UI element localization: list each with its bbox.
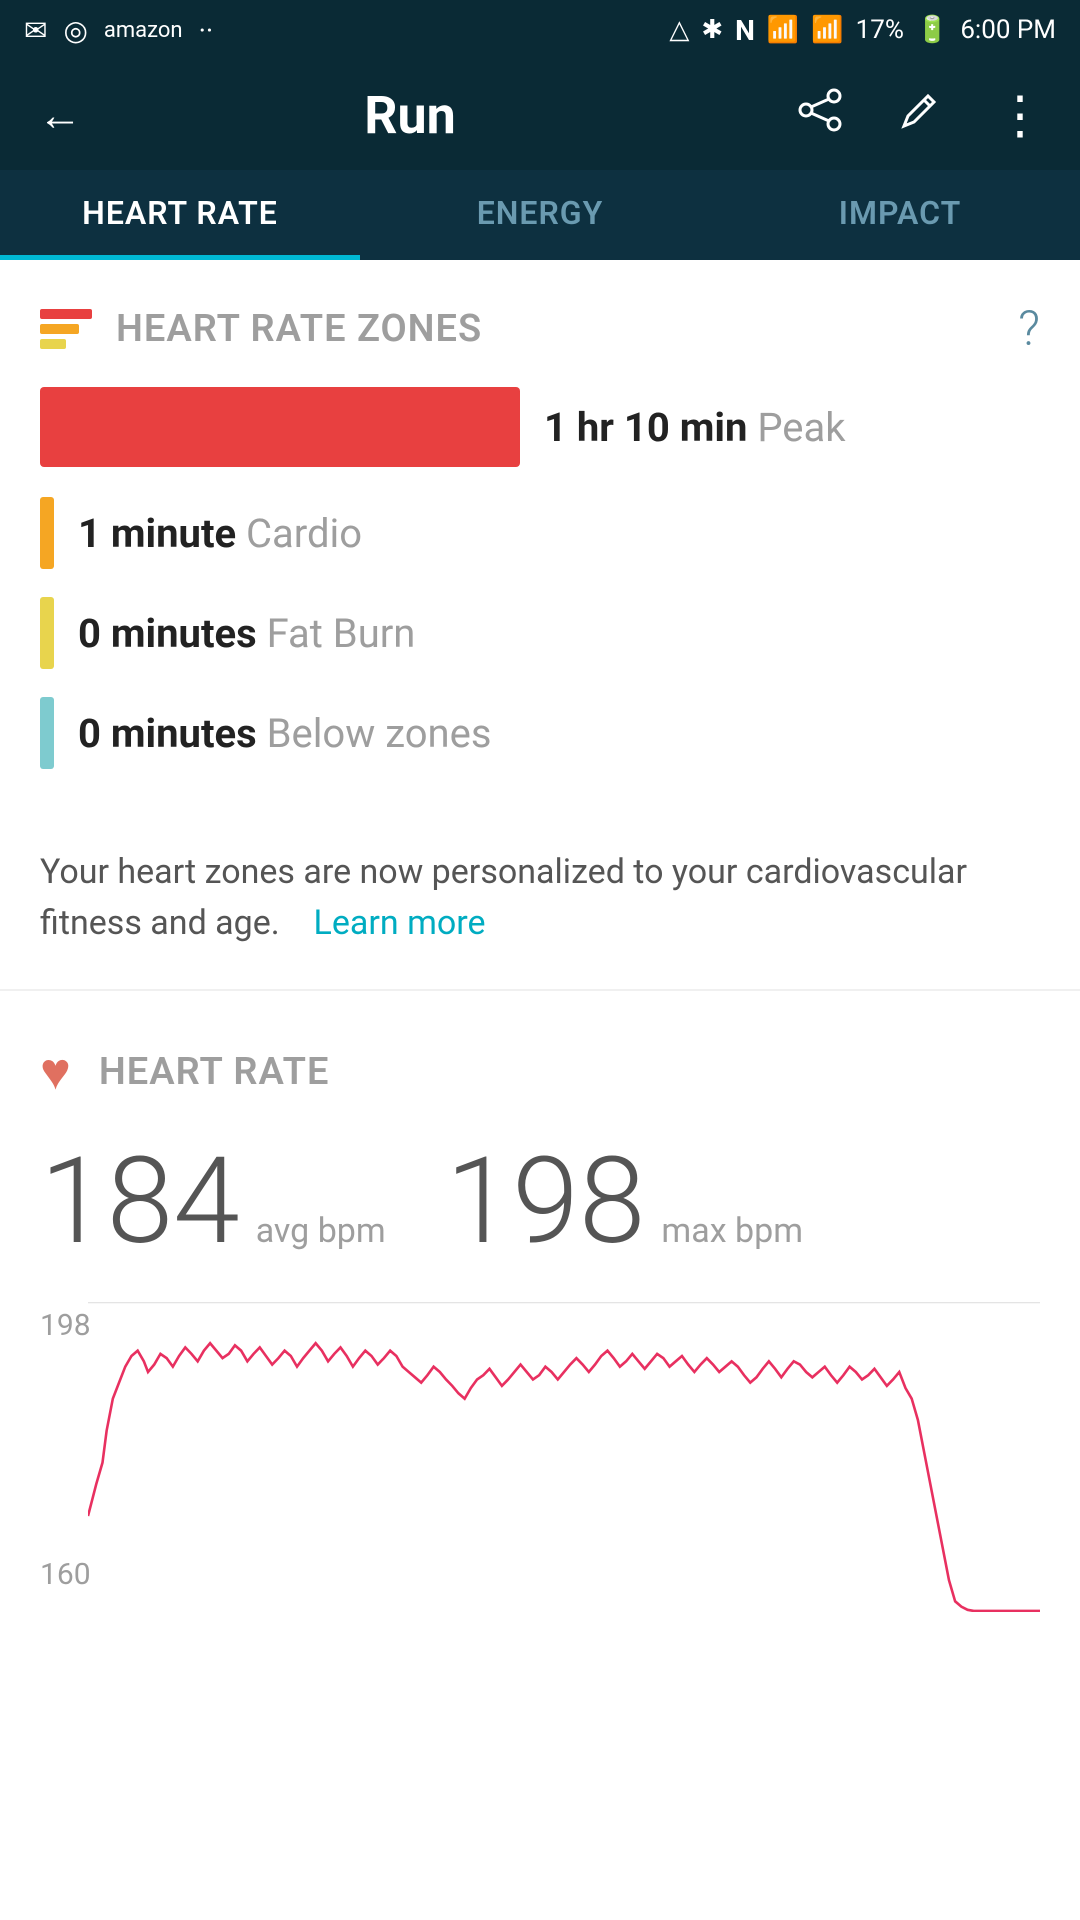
hr-section-title: HEART RATE: [99, 1050, 330, 1094]
max-bpm-value: 198: [446, 1142, 646, 1262]
tab-bar: HEART RATE ENERGY IMPACT: [0, 170, 1080, 260]
cardio-zone-row: 1 minute Cardio: [40, 497, 1040, 569]
amazon-icon: amazon: [104, 18, 183, 43]
heart-rate-svg: [88, 1292, 1040, 1612]
heart-rate-chart: 198 160: [0, 1292, 1080, 1612]
avg-bpm-value: 184: [40, 1142, 240, 1262]
bluetooth-icon: ✱: [701, 15, 723, 45]
chart-svg-wrapper: [88, 1292, 1040, 1612]
zones-title: HEART RATE ZONES: [116, 307, 994, 351]
top-nav: ← Run ⋮: [0, 60, 1080, 170]
fatburn-zone-row: 0 minutes Fat Burn: [40, 597, 1040, 669]
dots-icon: ··: [199, 14, 214, 47]
avg-bpm-group: 184 avg bpm: [40, 1142, 386, 1262]
chart-y-top-label: 198: [40, 1308, 91, 1343]
chart-y-bottom-label: 160: [40, 1557, 91, 1592]
heart-icon: ♥: [40, 1041, 71, 1102]
peak-bar: [40, 387, 520, 467]
tab-impact[interactable]: IMPACT: [720, 170, 1080, 260]
fatburn-stripe: [40, 597, 54, 669]
battery-percent: 17%: [856, 15, 904, 45]
zones-section-header: HEART RATE ZONES ?: [0, 260, 1080, 377]
cardio-label: 1 minute Cardio: [78, 510, 362, 557]
peak-zone-row: 1 hr 10 min Peak: [40, 387, 1040, 467]
nav-actions: ⋮: [790, 85, 1050, 146]
battery-icon: 🔋: [916, 15, 948, 45]
n-icon: N: [735, 14, 755, 47]
clock-icon: ◎: [63, 14, 87, 47]
signal-icon: 📶: [811, 15, 843, 45]
below-stripe: [40, 697, 54, 769]
help-icon[interactable]: ?: [1018, 300, 1040, 357]
more-button[interactable]: ⋮: [990, 85, 1050, 146]
status-right: △ ✱ N 📶 📶 17% 🔋 6:00 PM: [669, 14, 1056, 47]
edit-button[interactable]: [890, 88, 950, 143]
cardio-stripe: [40, 497, 54, 569]
max-bpm-label: max bpm: [661, 1211, 803, 1251]
status-bar: ✉ ◎ amazon ·· △ ✱ N 📶 📶 17% 🔋 6:00 PM: [0, 0, 1080, 60]
page-title: Run: [120, 85, 700, 146]
section-divider: [0, 989, 1080, 991]
hr-section-header: ♥ HEART RATE: [0, 1001, 1080, 1122]
tab-heart-rate[interactable]: HEART RATE: [0, 170, 360, 260]
info-text-block: Your heart zones are now personalized to…: [0, 827, 1080, 989]
network-triangle-icon: △: [669, 15, 689, 45]
below-zone-row: 0 minutes Below zones: [40, 697, 1040, 769]
content-area: HEART RATE ZONES ? 1 hr 10 min Peak 1 mi…: [0, 260, 1080, 1612]
status-left: ✉ ◎ amazon ··: [24, 14, 213, 47]
time-display: 6:00 PM: [960, 15, 1056, 45]
back-button[interactable]: ←: [30, 89, 90, 141]
tab-energy[interactable]: ENERGY: [360, 170, 720, 260]
peak-label: 1 hr 10 min Peak: [544, 404, 846, 451]
below-label: 0 minutes Below zones: [78, 710, 492, 757]
avg-bpm-label: avg bpm: [256, 1211, 386, 1251]
max-bpm-group: 198 max bpm: [446, 1142, 803, 1262]
message-icon: ✉: [24, 14, 47, 47]
bpm-stats: 184 avg bpm 198 max bpm: [0, 1122, 1080, 1292]
wifi-icon: 📶: [767, 15, 799, 45]
zones-icon: [40, 307, 92, 351]
zones-container: 1 hr 10 min Peak 1 minute Cardio 0 minut…: [0, 377, 1080, 827]
fatburn-label: 0 minutes Fat Burn: [78, 610, 415, 657]
share-button[interactable]: [790, 88, 850, 143]
learn-more-link[interactable]: Learn more: [314, 903, 486, 943]
